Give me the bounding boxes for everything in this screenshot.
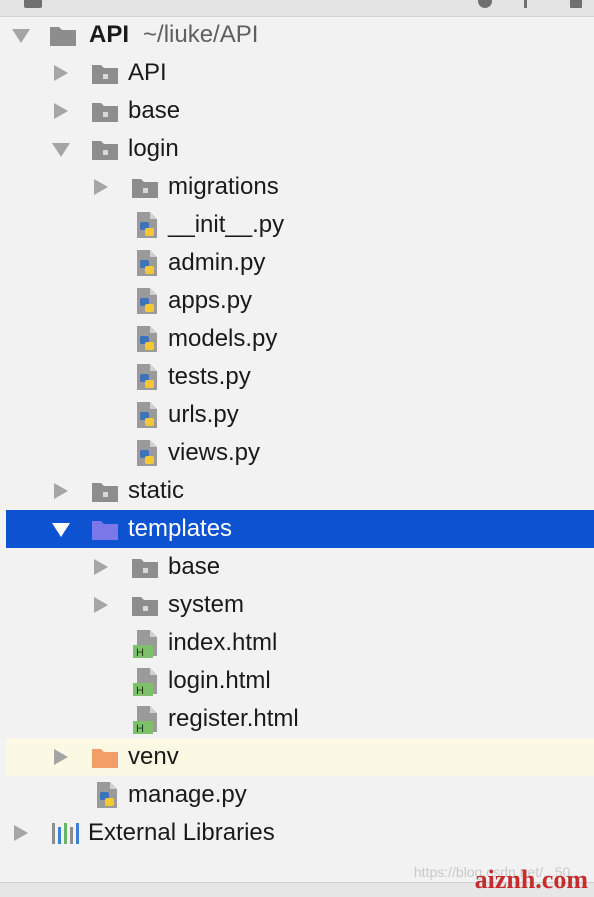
expand-arrow-icon[interactable] [52,143,70,157]
expand-arrow-icon[interactable] [12,29,30,43]
tree-row-tests-py[interactable]: tests.py [0,358,594,396]
html-file-icon: H [132,628,162,658]
templates-folder-icon [90,514,120,544]
tree-item-label: admin.py [168,249,266,276]
tree-row-urls-py[interactable]: urls.py [0,396,594,434]
tree-item-label: models.py [168,325,278,352]
tree-item-label: static [128,477,185,504]
tree-item-label: urls.py [168,401,239,428]
tree-item-label: apps.py [168,287,253,314]
tree-row-views-py[interactable]: views.py [0,434,594,472]
collapse-arrow-icon[interactable] [94,559,108,575]
tree-item-label: login [128,135,179,162]
tree-item-label: register.html [168,705,299,732]
collapse-arrow-icon[interactable] [54,103,68,119]
tree-item-label: base [128,97,181,124]
tree-item-label: API [128,59,167,86]
folder-icon [130,552,160,582]
toolbar [0,0,594,17]
collapse-arrow-icon[interactable] [94,179,108,195]
svg-text:H: H [136,685,144,696]
tree-row-manage-py[interactable]: manage.py [0,776,594,814]
python-file-icon [132,400,162,430]
folder-icon [90,58,120,88]
tree-item-label: External Libraries [88,819,275,846]
tree-row-apps-py[interactable]: apps.py [0,282,594,320]
hide-panel-icon[interactable] [570,0,582,8]
collapse-arrow-icon[interactable] [94,597,108,613]
svg-text:H: H [136,723,144,734]
python-file-icon [132,362,162,392]
tree-item-label: base [168,553,221,580]
folder-icon [130,590,160,620]
python-file-icon [132,324,162,354]
tree-row-api[interactable]: API [0,54,594,92]
project-root-label: API ~/liuke/API [89,21,259,48]
folder-icon [48,20,78,50]
tree-row-templates[interactable]: templates [6,510,594,548]
expand-arrow-icon[interactable] [52,523,70,537]
tree-item-label: manage.py [128,781,247,808]
python-file-icon [92,780,122,810]
tree-item-label: __init__.py [168,211,285,238]
tree-row-system[interactable]: system [0,586,594,624]
tree-row-base[interactable]: base [0,92,594,130]
tree-item-label: system [168,591,245,618]
tree-row-models-py[interactable]: models.py [0,320,594,358]
tree-item-label: login.html [168,667,271,694]
collapse-arrow-icon[interactable] [54,483,68,499]
tree-item-label: templates [128,515,233,542]
tree-row-init-py[interactable]: __init__.py [0,206,594,244]
project-view-icon[interactable] [24,0,42,8]
folder-icon [90,476,120,506]
html-file-icon: H [132,704,162,734]
tree-row-login[interactable]: login [0,130,594,168]
collapse-arrow-icon[interactable] [54,749,68,765]
folder-icon [90,134,120,164]
tree-item-label: index.html [168,629,278,656]
python-file-icon [132,210,162,240]
tree-row-external-libraries[interactable]: External Libraries [0,814,594,852]
folder-icon [90,96,120,126]
collapse-arrow-icon[interactable] [14,825,28,841]
tree-row-register-html[interactable]: H register.html [0,700,594,738]
tree-item-label: venv [128,743,179,770]
python-file-icon [132,248,162,278]
tree-row-index-html[interactable]: H index.html [0,624,594,662]
tree-item-label: views.py [168,439,261,466]
svg-text:H: H [136,647,144,658]
html-file-icon: H [132,666,162,696]
tree-row-login-html[interactable]: H login.html [0,662,594,700]
collapse-arrow-icon[interactable] [54,65,68,81]
tree-row-venv[interactable]: venv [6,738,594,776]
tree-row-templates-base[interactable]: base [0,548,594,586]
libraries-icon [50,818,80,848]
watermark-brand: aiznh.com [474,865,588,894]
tree-row-static[interactable]: static [0,472,594,510]
project-path: ~/liuke/API [143,21,259,48]
python-file-icon [132,286,162,316]
locate-icon[interactable] [478,0,492,8]
python-file-icon [132,438,162,468]
folder-icon [130,172,160,202]
tree-item-label: tests.py [168,363,251,390]
expand-icon[interactable] [524,0,527,8]
tree-row-admin-py[interactable]: admin.py [0,244,594,282]
tree-row-migrations[interactable]: migrations [0,168,594,206]
tree-item-label: migrations [168,173,279,200]
tree-row-project-root[interactable]: API ~/liuke/API [0,16,594,54]
venv-folder-icon [90,742,120,772]
